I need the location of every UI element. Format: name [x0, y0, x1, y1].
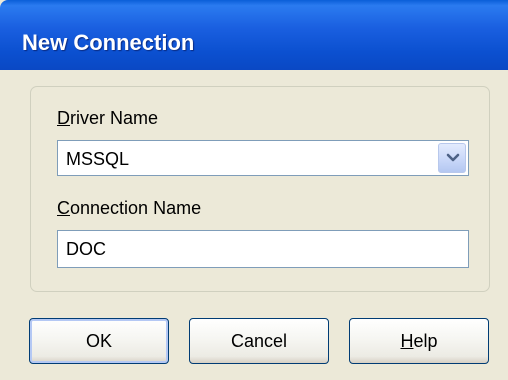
connection-name-label: Connection Name [57, 198, 201, 219]
driver-name-accelerator: D [57, 108, 70, 128]
ok-button-label: OK [85, 330, 112, 351]
cancel-button[interactable]: Cancel [189, 318, 329, 364]
title-bar[interactable]: New Connection [0, 0, 508, 70]
new-connection-dialog: New Connection Driver Name MSSQL Connect… [0, 0, 508, 380]
help-button-label: Help [400, 331, 437, 352]
connection-name-accelerator: C [57, 198, 70, 218]
driver-name-label: Driver Name [57, 108, 158, 129]
cancel-button-label: Cancel [230, 330, 288, 351]
driver-name-select[interactable]: MSSQL [57, 140, 469, 176]
help-accelerator: H [400, 330, 414, 351]
connection-name-label-text: onnection Name [70, 198, 202, 218]
connection-name-field[interactable] [58, 231, 468, 267]
ok-button[interactable]: OK [29, 318, 169, 364]
help-button[interactable]: Help [349, 318, 489, 364]
chevron-down-icon [446, 153, 460, 162]
window-title: New Connection [22, 30, 195, 55]
help-button-label-text: elp [413, 330, 438, 351]
driver-name-dropdown-button[interactable] [438, 143, 466, 173]
driver-name-value: MSSQL [66, 149, 130, 169]
connection-name-field-frame [57, 230, 469, 268]
driver-name-label-text: river Name [70, 108, 159, 128]
